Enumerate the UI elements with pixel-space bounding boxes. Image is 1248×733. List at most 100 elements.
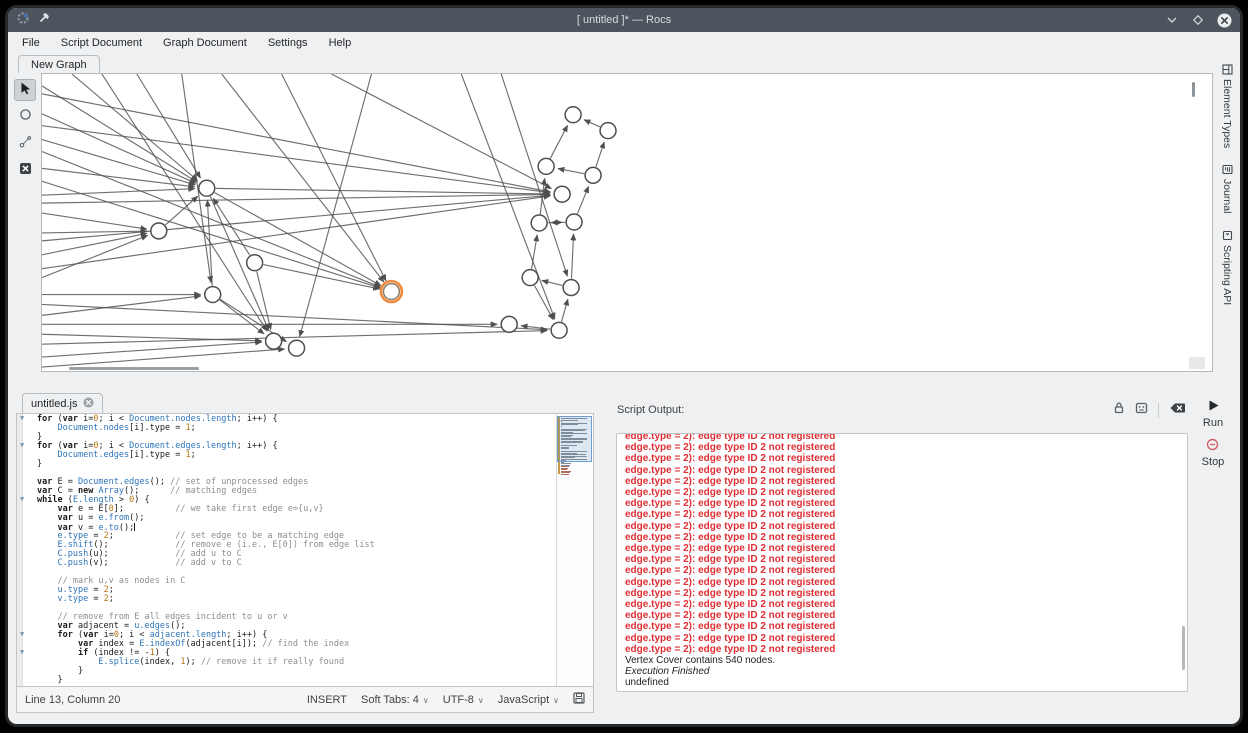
graph-node[interactable] — [554, 186, 570, 202]
dock-tab-element-types[interactable]: Element Types — [1221, 64, 1233, 148]
graph-node[interactable] — [501, 316, 517, 332]
stop-button[interactable]: Stop — [1202, 438, 1225, 468]
canvas-hscrollbar[interactable] — [69, 367, 199, 370]
create-edge-tool[interactable] — [14, 133, 36, 155]
tab-untitled-js[interactable]: untitled.js — [22, 393, 103, 413]
dock-tab-scripting-api[interactable]: Scripting API — [1221, 230, 1233, 305]
graph-node[interactable] — [565, 107, 581, 123]
menu-script-document[interactable]: Script Document — [53, 35, 150, 51]
menu-file[interactable]: File — [14, 35, 48, 51]
graph-edge[interactable] — [558, 169, 584, 174]
graph-node[interactable] — [551, 322, 567, 338]
fold-marker-icon[interactable]: ▼ — [20, 495, 24, 504]
fold-marker-icon[interactable]: ▼ — [20, 648, 24, 657]
graph-node[interactable] — [247, 255, 263, 271]
graph-node[interactable] — [205, 287, 221, 303]
editor-minimap[interactable] — [556, 414, 593, 686]
graph-edge[interactable] — [42, 213, 147, 229]
graph-edge[interactable] — [577, 186, 588, 213]
script-output[interactable]: edge.type = 2): edge type ID 2 not regis… — [616, 433, 1188, 692]
graph-edge[interactable] — [501, 74, 567, 276]
dock-tab-journal[interactable]: Journal — [1221, 164, 1233, 213]
graph-edge[interactable] — [222, 74, 384, 282]
graph-edge[interactable] — [542, 280, 563, 285]
graph-tabbar: New Graph — [8, 54, 1214, 73]
graph-node[interactable] — [585, 167, 601, 183]
encoding-select[interactable]: UTF-8∨ — [443, 694, 484, 706]
graph-edge[interactable] — [216, 188, 550, 194]
lock-icon[interactable] — [1113, 401, 1125, 419]
graph-edge[interactable] — [42, 342, 262, 357]
fold-marker-icon[interactable]: ▼ — [20, 414, 24, 423]
output-error-line: edge.type = 2): edge type ID 2 not regis… — [625, 633, 1179, 644]
graph-edge[interactable] — [42, 196, 550, 269]
graph-edge[interactable] — [72, 74, 198, 181]
console-icon[interactable] — [1135, 401, 1148, 419]
graph-node[interactable] — [566, 214, 582, 230]
fold-marker-icon[interactable]: ▼ — [20, 441, 24, 450]
graph-edge[interactable] — [572, 234, 574, 279]
add-node-icon — [19, 108, 32, 126]
language-select[interactable]: JavaScript∨ — [498, 694, 559, 706]
graph-node[interactable] — [563, 280, 579, 296]
output-error-line: edge.type = 2): edge type ID 2 not regis… — [625, 565, 1179, 576]
graph-edge[interactable] — [550, 125, 567, 158]
fold-marker-icon[interactable]: ▼ — [20, 630, 24, 639]
graph-edge[interactable] — [300, 74, 372, 337]
graph-edge[interactable] — [42, 114, 196, 184]
graph-edge[interactable] — [102, 74, 267, 331]
graph-node[interactable] — [266, 333, 282, 349]
graph-edge[interactable] — [137, 74, 201, 178]
graph-node-selected[interactable] — [383, 284, 399, 300]
graph-edge[interactable] — [42, 334, 262, 341]
code-text[interactable]: ▼for (var i=0; i < Document.nodes.length… — [17, 414, 557, 686]
graph-node[interactable] — [522, 270, 538, 286]
output-error-line: edge.type = 2): edge type ID 2 not regis… — [625, 621, 1179, 632]
insert-mode-indicator[interactable]: INSERT — [307, 694, 347, 706]
clear-output-icon[interactable] — [1169, 401, 1186, 419]
code-line: } — [17, 676, 557, 685]
graph-edge[interactable] — [213, 198, 250, 255]
graph-edge[interactable] — [42, 189, 195, 195]
graph-edge[interactable] — [532, 235, 538, 269]
graph-edge[interactable] — [282, 74, 386, 281]
graph-edge[interactable] — [584, 120, 600, 127]
code-editor[interactable]: ▼for (var i=0; i < Document.nodes.length… — [16, 413, 594, 713]
save-icon[interactable] — [573, 692, 585, 707]
graph-canvas[interactable] — [41, 73, 1213, 372]
graph-edge[interactable] — [257, 271, 271, 329]
soft-tabs-select[interactable]: Soft Tabs: 4∨ — [361, 694, 429, 706]
close-button[interactable] — [1216, 12, 1232, 28]
create-node-tool[interactable] — [14, 106, 36, 128]
graph-edge[interactable] — [42, 235, 148, 277]
minimap-line — [561, 442, 583, 443]
menu-graph-document[interactable]: Graph Document — [155, 35, 255, 51]
graph-node[interactable] — [289, 340, 305, 356]
canvas-vscrollbar[interactable] — [1192, 82, 1195, 97]
delete-tool[interactable] — [14, 160, 36, 182]
menu-settings[interactable]: Settings — [260, 35, 316, 51]
tab-new-graph[interactable]: New Graph — [18, 55, 100, 73]
graph-node[interactable] — [600, 123, 616, 139]
graph-node[interactable] — [531, 215, 547, 231]
graph-edge[interactable] — [42, 304, 547, 329]
minimize-button[interactable] — [1164, 12, 1180, 28]
menu-help[interactable]: Help — [321, 35, 360, 51]
graph-edge[interactable] — [263, 265, 379, 289]
graph-node[interactable] — [151, 223, 167, 239]
graph-drawing[interactable] — [42, 74, 1212, 371]
graph-edge[interactable] — [562, 299, 568, 322]
maximize-button[interactable] — [1190, 12, 1206, 28]
text-cursor — [134, 523, 135, 531]
graph-node[interactable] — [538, 158, 554, 174]
output-scrollbar[interactable] — [1182, 626, 1185, 670]
close-tab-icon[interactable] — [83, 397, 94, 411]
titlebar[interactable]: [ untitled ]* — Rocs — [8, 8, 1240, 32]
run-button[interactable]: Run — [1203, 399, 1223, 429]
select-move-tool[interactable] — [14, 79, 36, 101]
minimap-line — [561, 420, 578, 421]
journal-icon — [1221, 164, 1233, 175]
graph-node[interactable] — [199, 180, 215, 196]
graph-edge[interactable] — [596, 142, 604, 167]
graph-edge[interactable] — [42, 349, 285, 367]
